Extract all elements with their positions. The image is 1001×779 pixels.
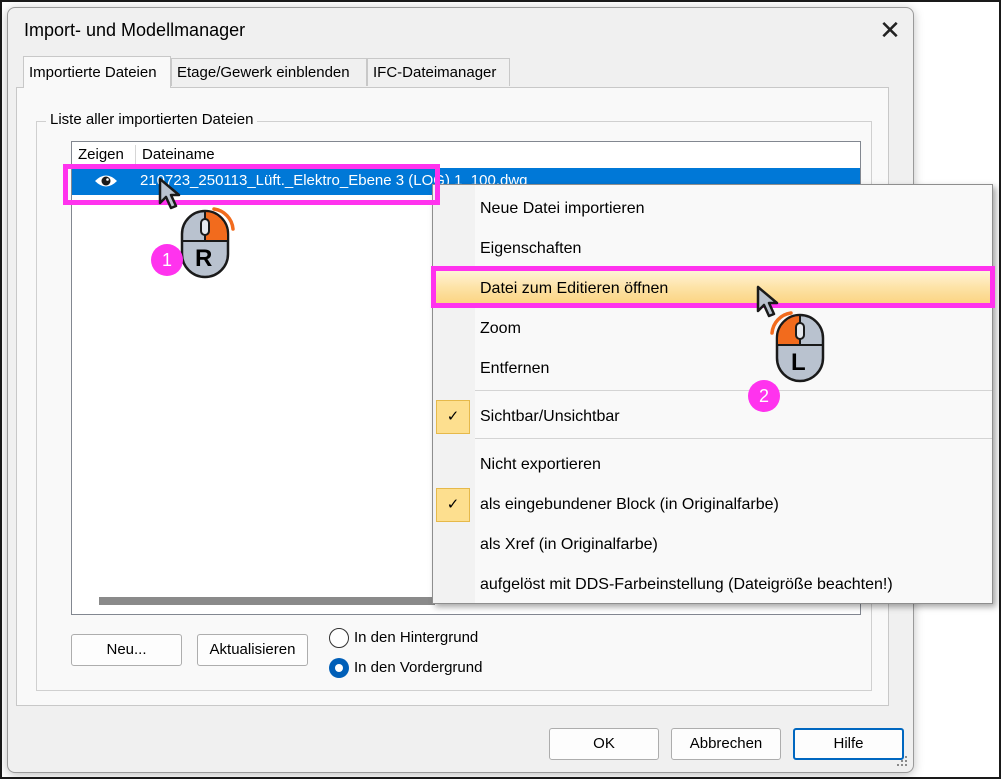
refresh-button[interactable]: Aktualisieren [197,634,308,666]
menu-item-zoom[interactable]: Zoom [433,311,992,347]
close-button[interactable]: ✕ [868,10,912,50]
mouse-button-letter: R [195,245,213,272]
menu-separator [475,390,992,391]
context-menu: Neue Datei importieren Eigenschaften Dat… [432,184,993,604]
column-divider[interactable] [135,145,136,165]
tab-etage-gewerk[interactable]: Etage/Gewerk einblenden [171,58,367,86]
checkmark-icon: ✓ [436,488,470,522]
right-click-mouse-icon: R [178,205,236,285]
menu-item-label: aufgelöst mit DDS-Farbeinstellung (Datei… [480,576,893,593]
radio-background[interactable] [329,628,349,648]
menu-item-label: Entfernen [480,360,550,377]
menu-item-aufgeloest-dds[interactable]: aufgelöst mit DDS-Farbeinstellung (Datei… [433,567,992,603]
ok-button[interactable]: OK [549,728,659,760]
menu-item-entfernen[interactable]: Entfernen [433,351,992,387]
menu-item-label: Eigenschaften [480,240,582,257]
radio-background-label[interactable]: In den Hintergrund [354,629,478,646]
highlight-selected-row [63,164,440,205]
menu-item-xref[interactable]: als Xref (in Originalfarbe) [433,527,992,563]
tab-importierte-dateien[interactable]: Importierte Dateien [23,56,171,88]
menu-item-label: als eingebundener Block (in Originalfarb… [480,496,779,513]
menu-item-label: Zoom [480,320,521,337]
menu-item-eingebundener-block[interactable]: ✓ als eingebundener Block (in Originalfa… [433,487,992,523]
tab-ifc-dateimanager[interactable]: IFC-Dateimanager [367,58,510,86]
cancel-button[interactable]: Abbrechen [671,728,781,760]
radio-foreground-label[interactable]: In den Vordergrund [354,659,482,676]
menu-item-label: Neue Datei importieren [480,200,645,217]
horizontal-scrollbar[interactable] [99,597,435,605]
menu-item-label: Sichtbar/Unsichtbar [480,408,620,425]
highlight-menu-item [431,266,995,308]
radio-foreground[interactable] [329,658,349,678]
mouse-button-letter: L [791,349,806,376]
menu-item-eigenschaften[interactable]: Eigenschaften [433,231,992,267]
menu-item-neue-datei-importieren[interactable]: Neue Datei importieren [433,191,992,227]
menu-item-sichtbar-unsichtbar[interactable]: ✓ Sichtbar/Unsichtbar [433,399,992,435]
help-button[interactable]: Hilfe [793,728,904,760]
group-label: Liste aller importierten Dateien [46,111,258,128]
step-badge-2: 2 [748,380,780,412]
checkmark-icon: ✓ [436,400,470,434]
new-button[interactable]: Neu... [71,634,182,666]
step-badge-1: 1 [151,244,183,276]
menu-item-nicht-exportieren[interactable]: Nicht exportieren [433,447,992,483]
menu-separator [475,438,992,439]
dialog-title: Import- und Modellmanager [24,20,246,40]
menu-item-label: Nicht exportieren [480,456,601,473]
left-click-mouse-icon: L [769,309,827,389]
menu-item-label: als Xref (in Originalfarbe) [480,536,658,553]
resize-grip-icon[interactable] [893,752,909,772]
